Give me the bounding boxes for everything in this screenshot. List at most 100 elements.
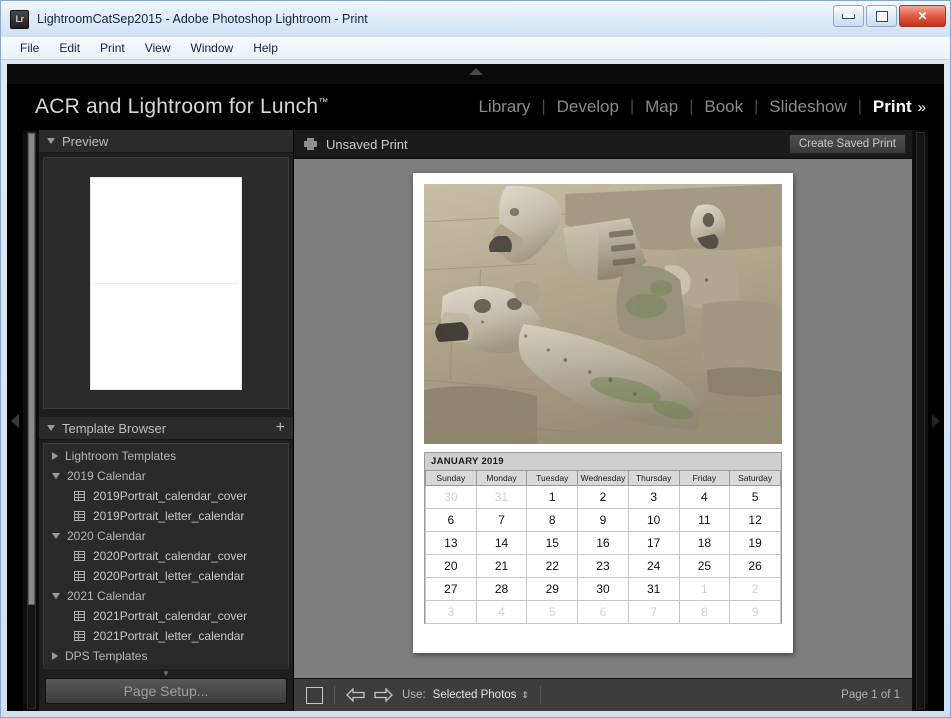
- module-book[interactable]: Book: [693, 97, 754, 117]
- calendar-day-cell: 22: [526, 554, 579, 578]
- calendar-day-header: Tuesday: [526, 471, 579, 486]
- close-button[interactable]: ✕: [899, 5, 946, 27]
- template-item-label: 2020Portrait_letter_calendar: [93, 569, 245, 583]
- calendar-day-cell: 2: [577, 485, 629, 509]
- print-canvas[interactable]: JANUARY 2019 Sunday Monday Tuesday Wedne…: [294, 159, 912, 678]
- right-panel-scrollbar[interactable]: [912, 130, 928, 711]
- module-print[interactable]: Print: [862, 97, 916, 117]
- preview-panel-body: [43, 157, 289, 409]
- page-setup-container: Page Setup...: [39, 673, 293, 711]
- calendar-day-cell: 1: [526, 485, 579, 509]
- template-folder-2019-calendar[interactable]: 2019 Calendar: [44, 466, 288, 486]
- template-item-label: 2019Portrait_calendar_cover: [93, 489, 248, 503]
- menu-print[interactable]: Print: [91, 39, 134, 57]
- calendar-day-cell: 24: [627, 554, 680, 578]
- calendar-day-cell: 4: [678, 485, 731, 509]
- template-folder-lightroom-templates[interactable]: Lightroom Templates: [44, 446, 288, 466]
- left-panel-scrollbar[interactable]: [23, 130, 39, 711]
- page-info: Page 1 of 1: [841, 689, 900, 701]
- template-folder-label: 2020 Calendar: [67, 529, 146, 543]
- template-browser-title: Template Browser: [62, 420, 167, 436]
- main-content: Unsaved Print Create Saved Print JANUARY…: [294, 130, 912, 711]
- calendar-day-cell-outside: 30: [425, 485, 477, 509]
- template-folder-2021-calendar[interactable]: 2021 Calendar: [44, 586, 288, 606]
- print-page[interactable]: JANUARY 2019 Sunday Monday Tuesday Wedne…: [413, 173, 793, 653]
- calendar-day-cell: 11: [678, 508, 731, 532]
- module-slideshow[interactable]: Slideshow: [758, 97, 858, 117]
- calendar-day-cell-outside: 2: [729, 577, 781, 601]
- template-browser-list[interactable]: Lightroom Templates 2019 Calendar 2019Po…: [43, 443, 289, 669]
- calendar-day-cell: 10: [627, 508, 680, 532]
- template-item[interactable]: 2019Portrait_letter_calendar: [44, 506, 288, 526]
- template-item[interactable]: 2020Portrait_letter_calendar: [44, 566, 288, 586]
- page-setup-button[interactable]: Page Setup...: [45, 678, 287, 704]
- page-preview-thumbnail: [91, 177, 241, 389]
- template-item-label: 2021Portrait_calendar_cover: [93, 609, 248, 623]
- menu-view[interactable]: View: [136, 39, 180, 57]
- left-panel-collapse-button[interactable]: [7, 130, 23, 711]
- bottom-toolbar: Use: Selected Photos ⇕ Page 1 of 1: [294, 678, 912, 711]
- use-source-dropdown[interactable]: Selected Photos: [433, 689, 517, 701]
- chevron-down-icon: [47, 425, 55, 431]
- menu-edit[interactable]: Edit: [50, 39, 89, 57]
- add-template-button[interactable]: +: [276, 420, 285, 436]
- menu-bar: File Edit Print View Window Help: [1, 37, 950, 60]
- arrow-left-icon[interactable]: [346, 688, 365, 702]
- photo-cell[interactable]: [424, 184, 782, 444]
- page-box-icon[interactable]: [306, 686, 323, 704]
- template-item[interactable]: 2021Portrait_calendar_cover: [44, 606, 288, 626]
- calendar-day-cell: 28: [475, 577, 528, 601]
- template-item-label: 2019Portrait_letter_calendar: [93, 509, 245, 523]
- toolbar-divider: [539, 686, 541, 704]
- template-folder-label: Lightroom Templates: [65, 449, 177, 463]
- calendar-day-cell: 18: [678, 531, 731, 555]
- right-panel-collapse-button[interactable]: [928, 130, 944, 711]
- scroll-thumb[interactable]: [27, 133, 35, 605]
- calendar-day-cell-outside: 3: [425, 600, 477, 624]
- restore-button[interactable]: [866, 5, 897, 27]
- minimize-button[interactable]: [833, 5, 864, 27]
- calendar-day-cell: 27: [425, 577, 477, 601]
- calendar-day-cell: 17: [627, 531, 680, 555]
- scroll-track: [915, 132, 925, 709]
- template-folder-2020-calendar[interactable]: 2020 Calendar: [44, 526, 288, 546]
- template-item[interactable]: 2021Portrait_letter_calendar: [44, 626, 288, 646]
- calendar-week-row: 20 21 22 23 24 25 26: [425, 554, 781, 578]
- calendar-day-cell: 14: [475, 531, 528, 555]
- module-library[interactable]: Library: [467, 97, 541, 117]
- stepper-icon[interactable]: ⇕: [521, 690, 529, 701]
- chevron-double-right-icon[interactable]: »: [918, 99, 930, 116]
- print-title: Unsaved Print: [326, 136, 408, 152]
- calendar-week-row: 13 14 15 16 17 18 19: [425, 531, 781, 555]
- calendar-day-cell-outside: 8: [678, 600, 731, 624]
- template-item[interactable]: 2019Portrait_calendar_cover: [44, 486, 288, 506]
- calendar-day-cell: 30: [577, 577, 629, 601]
- calendar-day-cell: 15: [526, 531, 579, 555]
- chevron-up-icon: [468, 68, 483, 75]
- module-map[interactable]: Map: [634, 97, 689, 117]
- calendar-day-cell-outside: 6: [577, 600, 629, 624]
- calendar-day-header: Wednesday: [577, 471, 629, 486]
- arrow-right-icon[interactable]: [374, 688, 393, 702]
- calendar-day-cell: 31: [627, 577, 680, 601]
- top-panel-toggle[interactable]: [7, 64, 944, 84]
- window-title: LightroomCatSep2015 - Adobe Photoshop Li…: [37, 12, 368, 26]
- calendar-week-row: 30 31 1 2 3 4 5: [425, 485, 781, 509]
- calendar-day-cell-outside: 4: [475, 600, 528, 624]
- menu-file[interactable]: File: [11, 39, 48, 57]
- template-browser-header[interactable]: Template Browser +: [39, 417, 293, 440]
- calendar-day-cell: 21: [475, 554, 528, 578]
- chevron-down-icon: [52, 473, 60, 479]
- module-develop[interactable]: Develop: [546, 97, 630, 117]
- template-item[interactable]: 2020Portrait_calendar_cover: [44, 546, 288, 566]
- calendar-day-cell: 9: [577, 508, 629, 532]
- identity-plate[interactable]: ACR and Lightroom for Lunch™: [35, 95, 328, 119]
- menu-window[interactable]: Window: [182, 39, 243, 57]
- create-saved-print-button[interactable]: Create Saved Print: [788, 134, 906, 154]
- calendar-day-header: Sunday: [425, 471, 477, 486]
- preview-panel-header[interactable]: Preview: [39, 130, 293, 153]
- window-controls: ✕: [833, 5, 946, 27]
- menu-help[interactable]: Help: [244, 39, 287, 57]
- calendar-day-cell-outside: 5: [526, 600, 579, 624]
- left-panel: Preview Template Browser + Lightroom Tem…: [39, 130, 294, 711]
